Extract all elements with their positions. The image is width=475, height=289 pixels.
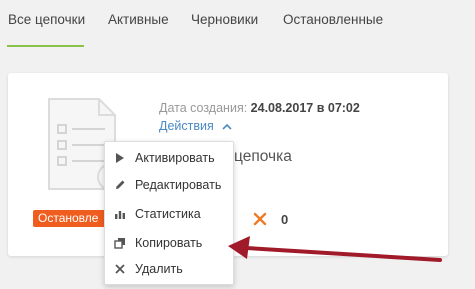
annotation-arrow-icon xyxy=(228,236,442,262)
